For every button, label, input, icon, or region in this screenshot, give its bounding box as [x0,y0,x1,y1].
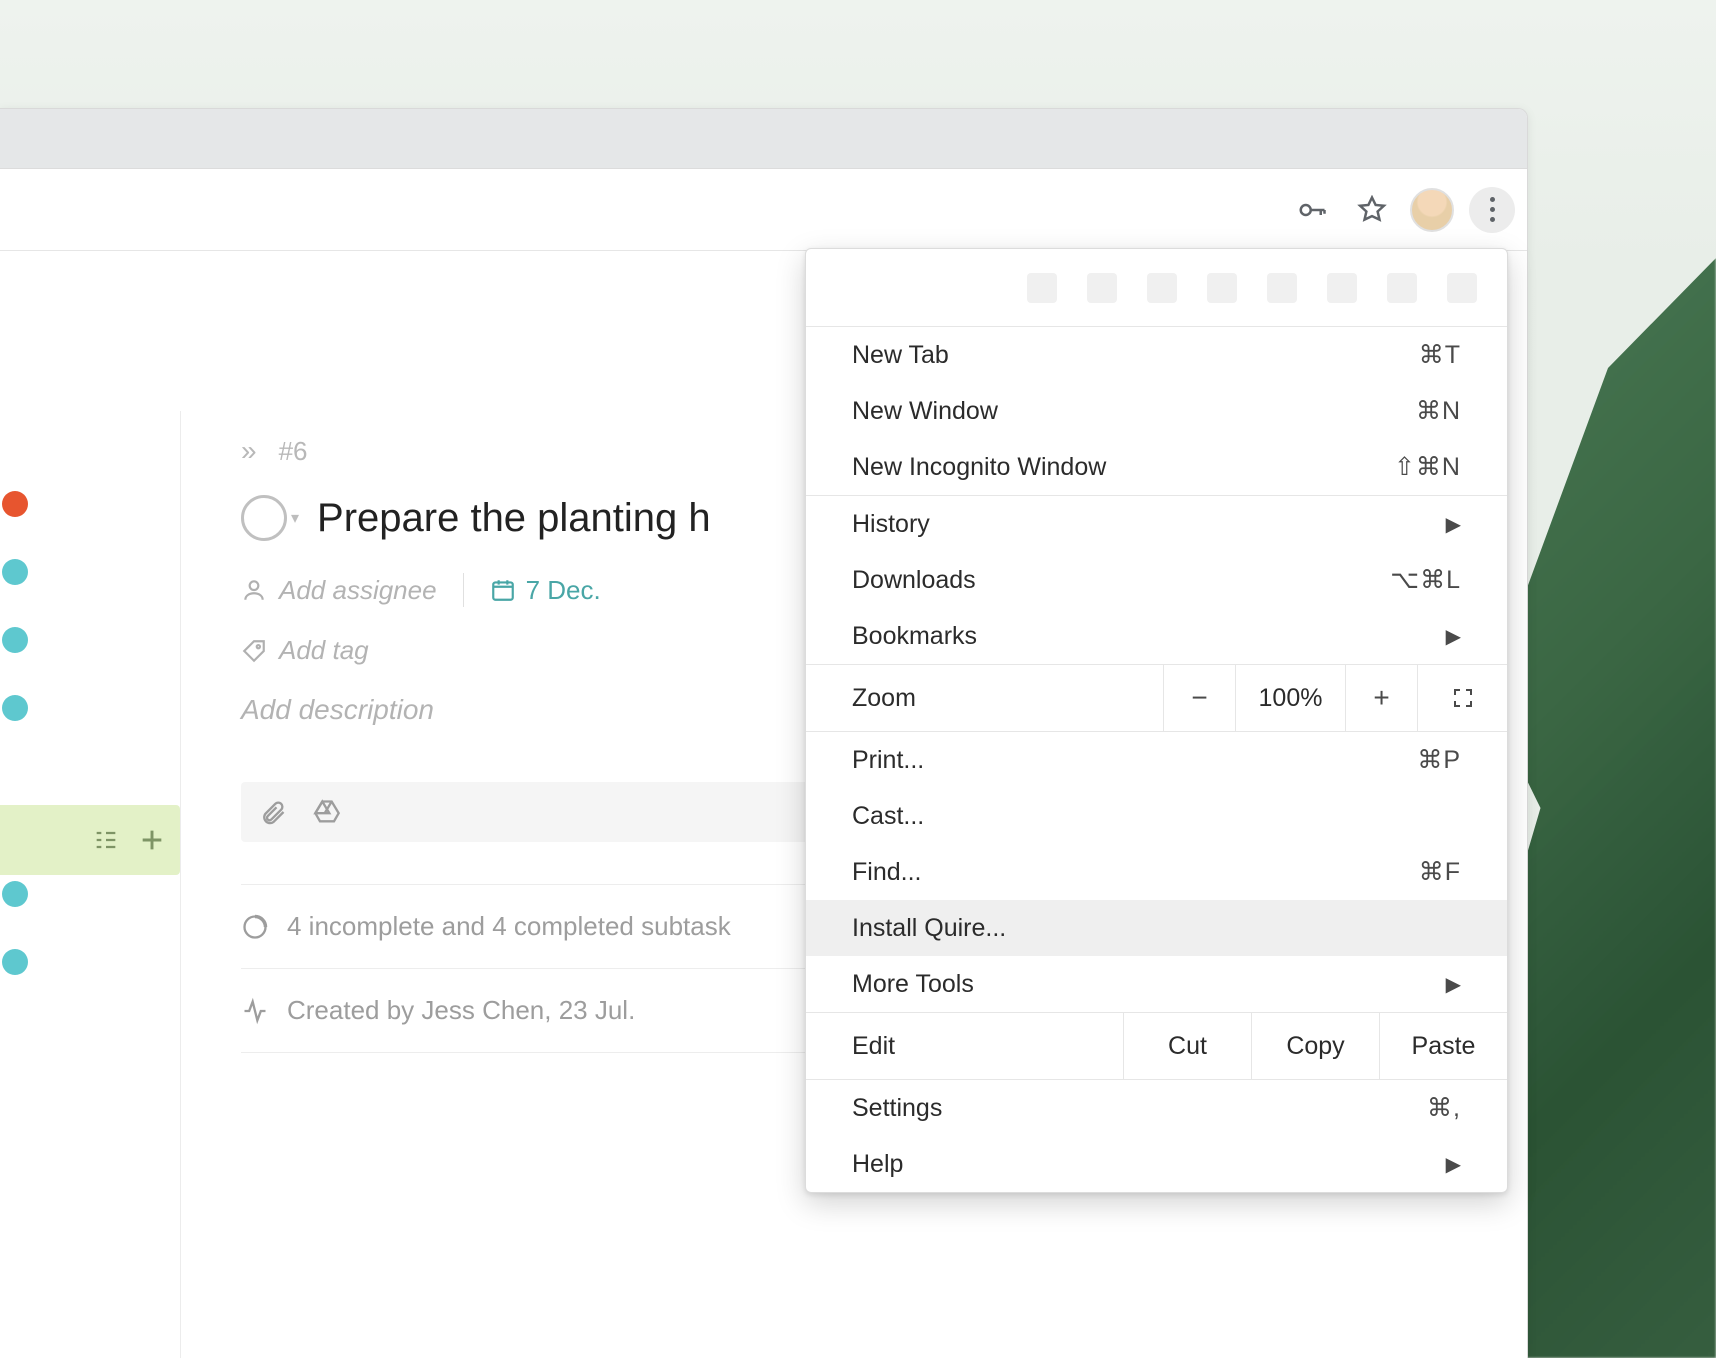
extension-icon[interactable] [1327,273,1357,303]
add-icon[interactable] [138,826,166,854]
menu-extension-row [806,249,1507,327]
extension-icon[interactable] [1207,273,1237,303]
extension-icon[interactable] [1087,273,1117,303]
menu-zoom-row: Zoom − 100% + [806,664,1507,732]
calendar-icon [490,577,516,603]
menu-item-print[interactable]: Print... ⌘P [806,732,1507,788]
add-tag-button[interactable]: Add tag [241,635,369,666]
task-list-avatars [0,491,30,975]
menu-item-cast[interactable]: Cast... [806,788,1507,844]
avatar-dot [2,627,28,653]
task-title[interactable]: Prepare the planting h [317,496,711,541]
chevron-right-icon: ▶ [1446,624,1461,649]
menu-item-downloads[interactable]: Downloads ⌥⌘L [806,552,1507,608]
menu-item-more-tools[interactable]: More Tools ▶ [806,956,1507,1012]
active-task-row-actions [0,805,180,875]
chevron-right-icon: ▶ [1446,972,1461,997]
separator [463,573,464,607]
password-key-icon[interactable] [1289,187,1335,233]
avatar-dot [2,949,28,975]
zoom-value: 100% [1235,665,1345,731]
menu-edit-row: Edit Cut Copy Paste [806,1012,1507,1080]
edit-label: Edit [806,1013,1123,1079]
menu-item-help[interactable]: Help ▶ [806,1136,1507,1192]
extension-icon[interactable] [1267,273,1297,303]
bookmark-star-icon[interactable] [1349,187,1395,233]
menu-item-new-window[interactable]: New Window ⌘N [806,383,1507,439]
menu-item-bookmarks[interactable]: Bookmarks ▶ [806,608,1507,664]
add-assignee-button[interactable]: Add assignee [241,575,437,606]
browser-tabstrip [0,109,1527,169]
chevron-right-icon: ▶ [1446,1152,1461,1177]
menu-item-history[interactable]: History ▶ [806,496,1507,552]
browser-overflow-menu: New Tab ⌘T New Window ⌘N New Incognito W… [805,248,1508,1193]
task-status-toggle[interactable]: ▾ [241,495,299,541]
extension-icon[interactable] [1387,273,1417,303]
browser-menu-button[interactable] [1469,187,1515,233]
status-circle-icon [241,495,287,541]
avatar-dot [2,491,28,517]
zoom-in-button[interactable]: + [1345,665,1417,731]
extension-icon[interactable] [1147,273,1177,303]
edit-copy-button[interactable]: Copy [1251,1013,1379,1079]
avatar-dot [2,559,28,585]
paperclip-icon[interactable] [259,798,287,826]
zoom-label: Zoom [806,665,1163,731]
menu-item-install-quire[interactable]: Install Quire... [806,900,1507,956]
fullscreen-button[interactable] [1417,665,1507,731]
fullscreen-icon [1451,686,1475,710]
profile-avatar[interactable] [1409,187,1455,233]
menu-item-new-tab[interactable]: New Tab ⌘T [806,327,1507,383]
collapse-chevron-icon[interactable]: » [241,435,257,467]
due-date-button[interactable]: 7 Dec. [490,575,601,606]
activity-icon [241,997,269,1025]
avatar-dot [2,881,28,907]
browser-toolbar [0,169,1527,251]
person-icon [241,577,267,603]
chevron-down-icon: ▾ [291,508,299,528]
drive-icon[interactable] [313,798,341,826]
tag-icon [241,638,267,664]
menu-item-settings[interactable]: Settings ⌘, [806,1080,1507,1136]
zoom-out-button[interactable]: − [1163,665,1235,731]
chevron-right-icon: ▶ [1446,512,1461,537]
subtasks-icon[interactable] [92,826,120,854]
progress-circle-icon [241,913,269,941]
menu-item-new-incognito[interactable]: New Incognito Window ⇧⌘N [806,439,1507,495]
menu-item-find[interactable]: Find... ⌘F [806,844,1507,900]
extension-icon[interactable] [1447,273,1477,303]
extension-icon[interactable] [1027,273,1057,303]
edit-paste-button[interactable]: Paste [1379,1013,1507,1079]
edit-cut-button[interactable]: Cut [1123,1013,1251,1079]
task-id-label: #6 [279,436,308,467]
avatar-dot [2,695,28,721]
